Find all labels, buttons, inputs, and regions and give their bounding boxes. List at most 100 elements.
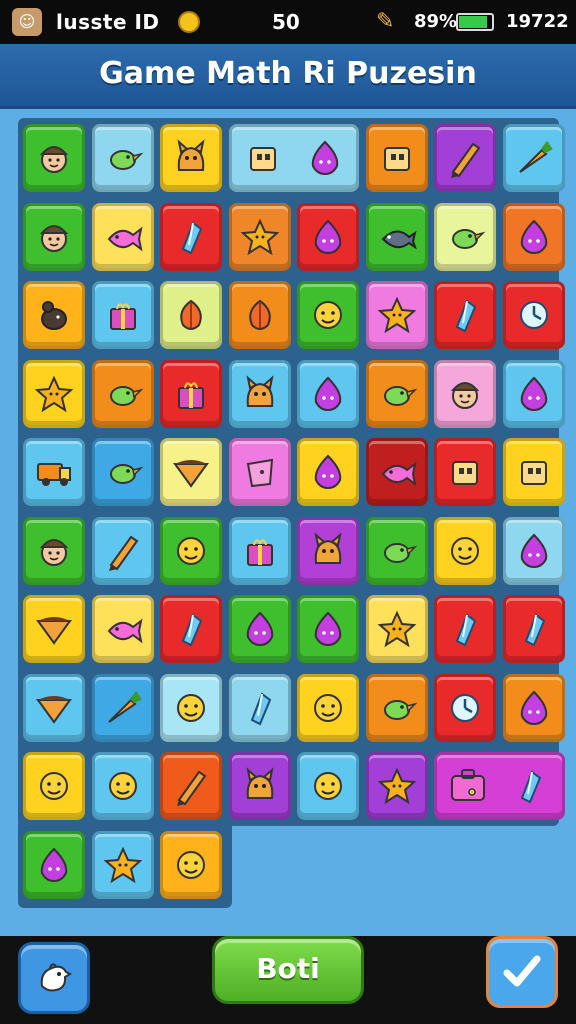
chicken-head-button[interactable] <box>18 942 90 1014</box>
tile-pot[interactable] <box>228 438 291 506</box>
tile-crystal[interactable] <box>228 673 291 742</box>
tile-crystal[interactable] <box>160 202 222 271</box>
avatar-icon[interactable]: ☺ <box>12 8 42 36</box>
tile-smile[interactable] <box>23 752 85 820</box>
tile-blob[interactable] <box>502 359 565 428</box>
face-icon <box>39 224 69 252</box>
tile-blob[interactable] <box>297 202 359 271</box>
tile-star[interactable] <box>23 359 85 428</box>
tile-blob[interactable] <box>502 673 565 742</box>
tile-bag[interactable] <box>434 752 565 820</box>
tile-smile[interactable] <box>297 281 359 349</box>
tile-smile[interactable] <box>297 752 359 820</box>
tile-carrot[interactable] <box>502 124 565 192</box>
crystal-icon <box>524 613 545 647</box>
tile-box[interactable] <box>434 438 496 506</box>
tile-crystal[interactable] <box>434 281 496 349</box>
tile-bird[interactable] <box>365 359 428 428</box>
tile-gift[interactable] <box>228 516 291 585</box>
tile-face[interactable] <box>434 359 496 428</box>
tile-creature[interactable] <box>297 516 359 585</box>
bird-icon <box>109 150 143 170</box>
tile-clock[interactable] <box>502 281 565 349</box>
clock-icon <box>451 693 479 722</box>
smile-icon <box>314 693 342 722</box>
tile-pencil[interactable] <box>434 124 496 192</box>
tile-smile[interactable] <box>160 673 222 742</box>
gift-icon <box>246 538 273 566</box>
slice-icon <box>36 695 72 724</box>
coin-icon <box>178 11 200 33</box>
tile-leaf[interactable] <box>228 281 291 349</box>
tile-creature[interactable] <box>228 359 291 428</box>
tile-blob[interactable] <box>297 359 359 428</box>
tile-pencil[interactable] <box>91 516 154 585</box>
tile-blob[interactable] <box>23 830 85 899</box>
tile-star[interactable] <box>365 281 428 349</box>
fish-icon <box>107 226 142 251</box>
tile-smile[interactable] <box>297 673 359 742</box>
tile-smile[interactable] <box>160 516 222 585</box>
tile-truck[interactable] <box>23 438 85 506</box>
tile-fish[interactable] <box>91 595 154 663</box>
tile-box[interactable] <box>502 438 565 506</box>
tile-star[interactable] <box>228 202 291 271</box>
tile-sunfish[interactable] <box>365 202 428 271</box>
tile-slice[interactable] <box>160 438 222 506</box>
tile-blob[interactable] <box>297 438 359 506</box>
confirm-button[interactable] <box>486 936 558 1008</box>
bird-icon <box>452 228 486 249</box>
tile-face[interactable] <box>23 124 85 192</box>
tile-bird[interactable] <box>434 202 496 271</box>
tile-star[interactable] <box>365 595 428 663</box>
tile-leaf[interactable] <box>160 281 222 349</box>
tile-mouse[interactable] <box>23 281 85 349</box>
tile-smile[interactable] <box>434 516 496 585</box>
star-icon <box>377 767 416 805</box>
tile-bird[interactable] <box>91 438 154 506</box>
tile-creature[interactable] <box>160 124 222 192</box>
bird-icon <box>383 699 417 720</box>
tile-slice[interactable] <box>23 595 85 663</box>
creature-icon <box>245 374 274 407</box>
boti-button[interactable]: Boti <box>212 936 364 1004</box>
tile-star[interactable] <box>365 752 428 820</box>
tile-fish[interactable] <box>365 438 428 506</box>
tile-fish[interactable] <box>91 202 154 271</box>
battery-icon <box>456 13 494 31</box>
crystal-icon <box>521 770 542 804</box>
tile-blob[interactable] <box>502 516 565 585</box>
face-icon <box>450 381 480 409</box>
tile-face[interactable] <box>23 516 85 585</box>
tile-bird[interactable] <box>91 124 154 192</box>
tile-clock[interactable] <box>434 673 496 742</box>
tile-gift[interactable] <box>91 281 154 349</box>
tile-crystal[interactable] <box>502 595 565 663</box>
blob-icon <box>520 376 547 411</box>
tile-crystal[interactable] <box>434 595 496 663</box>
tile-box[interactable] <box>365 124 428 192</box>
tile-pencil[interactable] <box>160 752 222 820</box>
star-icon <box>34 375 74 412</box>
tile-crystal[interactable] <box>160 595 222 663</box>
tile-bird[interactable] <box>91 359 154 428</box>
bird-icon <box>109 464 143 484</box>
box-icon <box>452 461 478 485</box>
tile-blob[interactable] <box>502 202 565 271</box>
tile-blob[interactable] <box>297 595 359 663</box>
tile-box[interactable] <box>228 124 359 192</box>
tile-bird[interactable] <box>365 673 428 742</box>
tile-bird[interactable] <box>365 516 428 585</box>
tile-smile[interactable] <box>160 830 222 899</box>
tile-blob[interactable] <box>228 595 291 663</box>
tile-creature[interactable] <box>228 752 291 820</box>
blob-icon <box>314 376 342 411</box>
bird-icon <box>109 385 143 406</box>
pot-icon <box>246 458 273 488</box>
tile-carrot[interactable] <box>91 673 154 742</box>
tile-slice[interactable] <box>23 673 85 742</box>
tile-star[interactable] <box>91 830 154 899</box>
tile-smile[interactable] <box>91 752 154 820</box>
tile-face[interactable] <box>23 202 85 271</box>
tile-gift[interactable] <box>160 359 222 428</box>
